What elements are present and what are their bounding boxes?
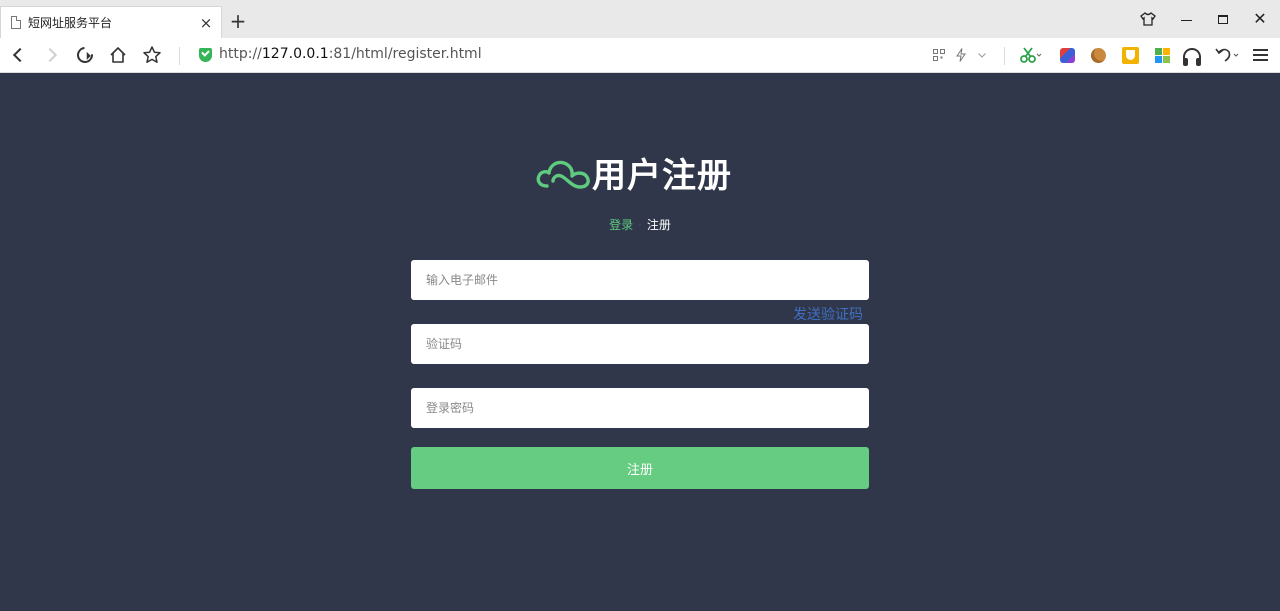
undo-icon[interactable] <box>1214 45 1242 65</box>
register-button[interactable]: 注册 <box>411 447 869 489</box>
email-field[interactable] <box>411 260 869 300</box>
url-path: :81/html/register.html <box>328 46 482 62</box>
url-host: 127.0.0.1 <box>261 46 329 62</box>
address-bar[interactable]: http://127.0.0.1:81/html/register.html <box>219 46 482 62</box>
page-icon <box>11 16 21 29</box>
login-register-switch: 登录 · 注册 <box>0 216 1280 233</box>
shield-badge-icon[interactable] <box>1121 45 1139 65</box>
verification-code-field[interactable] <box>411 324 869 364</box>
maximize-button[interactable] <box>1212 8 1234 30</box>
forward-icon[interactable] <box>40 43 64 67</box>
browser-tab[interactable]: 短网址服务平台 × <box>0 6 222 38</box>
cookie-icon[interactable] <box>1089 45 1107 65</box>
minimize-button[interactable] <box>1175 8 1197 30</box>
scissors-icon[interactable] <box>1019 45 1043 65</box>
cube-icon[interactable] <box>1058 45 1076 65</box>
apps-icon[interactable] <box>1153 45 1171 65</box>
lightning-icon[interactable] <box>954 45 968 65</box>
register-page: 用户注册 登录 · 注册 发送验证码 注册 <box>0 73 1280 611</box>
shield-icon[interactable] <box>199 48 212 62</box>
star-icon[interactable] <box>140 43 164 67</box>
menu-icon[interactable] <box>1251 45 1269 65</box>
window-close-button[interactable]: ✕ <box>1249 8 1271 30</box>
password-field[interactable] <box>411 388 869 428</box>
browser-toolbar <box>0 38 1280 73</box>
skin-icon[interactable] <box>1137 8 1159 30</box>
browser-titlebar: 短网址服务平台 × + ✕ <box>0 0 1280 38</box>
tab-title: 短网址服务平台 <box>28 16 113 30</box>
dropdown-arrow-icon[interactable] <box>976 45 988 65</box>
headset-icon[interactable] <box>1181 45 1203 66</box>
nav-separator: · <box>638 218 642 232</box>
new-tab-button[interactable]: + <box>229 11 247 31</box>
cloud-icon <box>536 160 590 189</box>
register-tab-active: 注册 <box>646 218 671 232</box>
qr-code-icon[interactable] <box>931 45 947 65</box>
url-scheme: http:// <box>219 46 262 62</box>
reload-icon[interactable] <box>73 43 97 67</box>
send-code-link[interactable]: 发送验证码 <box>793 304 863 324</box>
page-title: 用户注册 <box>592 155 732 196</box>
back-icon[interactable] <box>6 43 30 67</box>
brand-header: 用户注册 <box>535 151 732 196</box>
login-link[interactable]: 登录 <box>609 218 633 232</box>
home-icon[interactable] <box>106 43 130 67</box>
tab-close-button[interactable]: × <box>199 15 213 30</box>
